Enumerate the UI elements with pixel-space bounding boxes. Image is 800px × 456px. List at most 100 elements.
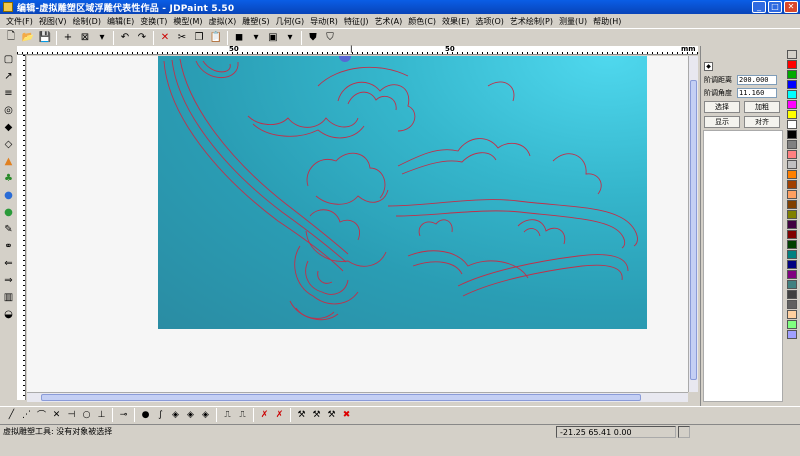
shield-icon[interactable]: ⛊	[305, 30, 321, 45]
link-icon[interactable]: ⚭	[2, 239, 16, 253]
circle-icon[interactable]: ○	[80, 408, 93, 421]
node-x-icon[interactable]: ✗	[258, 408, 271, 421]
color-swatch[interactable]	[787, 80, 797, 89]
color-swatch[interactable]	[787, 120, 797, 129]
color-swatch[interactable]	[787, 270, 797, 279]
grey-tool-icon[interactable]: ◒	[2, 307, 16, 321]
menu-item[interactable]: 几何(G)	[273, 16, 307, 27]
drawing-canvas[interactable]	[27, 56, 688, 392]
open-icon[interactable]: 📂	[20, 30, 36, 45]
select-rect-icon[interactable]: ▢	[2, 52, 16, 66]
diamond-icon[interactable]: ◈	[184, 408, 197, 421]
distance-input[interactable]: 200.000	[737, 74, 777, 85]
menu-item[interactable]: 特征(J)	[341, 16, 372, 27]
diamond-icon[interactable]: ◈	[199, 408, 212, 421]
sculpt-icon[interactable]: ◆	[2, 120, 16, 134]
undo-icon[interactable]: ↶	[117, 30, 133, 45]
show-button[interactable]: 显示	[704, 116, 740, 128]
color-swatch[interactable]	[787, 170, 797, 179]
color-swatch[interactable]	[787, 160, 797, 169]
color-swatch[interactable]	[787, 310, 797, 319]
horizontal-scroll-thumb[interactable]	[41, 394, 641, 401]
dropdown-icon[interactable]: ▾	[282, 30, 298, 45]
cube-icon[interactable]: ◼	[231, 30, 247, 45]
bulb-green-icon[interactable]: ●	[2, 205, 16, 219]
color-swatch[interactable]	[787, 100, 797, 109]
delete-red-icon[interactable]: ✖	[340, 408, 353, 421]
tool-icon[interactable]: ⚒	[310, 408, 323, 421]
stamp-icon[interactable]: ⎍	[236, 408, 249, 421]
new-icon[interactable]: 🗋	[3, 30, 19, 45]
color-swatch[interactable]	[787, 50, 797, 59]
tool-icon[interactable]: ⚒	[325, 408, 338, 421]
maximize-button[interactable]: □	[768, 1, 782, 13]
color-swatch[interactable]	[787, 140, 797, 149]
vertical-scroll-thumb[interactable]	[690, 80, 697, 380]
copy-icon[interactable]: ❐	[191, 30, 207, 45]
curve-icon[interactable]: ∫	[154, 408, 167, 421]
menu-item[interactable]: 视图(V)	[36, 16, 70, 27]
line-icon[interactable]: ╱	[5, 408, 18, 421]
save-icon[interactable]: 💾	[37, 30, 53, 45]
color-swatch[interactable]	[787, 260, 797, 269]
tangent-icon[interactable]: ⊸	[117, 408, 130, 421]
polyline-icon[interactable]: ⋰	[20, 408, 33, 421]
cut-icon[interactable]: ✂	[174, 30, 190, 45]
arrow-left-icon[interactable]: ⇐	[2, 256, 16, 270]
tool-icon[interactable]: ⚒	[295, 408, 308, 421]
menu-item[interactable]: 文件(F)	[3, 16, 36, 27]
color-swatch[interactable]	[787, 110, 797, 119]
color-icon[interactable]: ▲	[2, 154, 16, 168]
color-swatch[interactable]	[787, 200, 797, 209]
menu-item[interactable]: 帮助(H)	[590, 16, 624, 27]
menu-item[interactable]: 虚拟(X)	[206, 16, 240, 27]
color-swatch[interactable]	[787, 290, 797, 299]
target-icon[interactable]: ◎	[2, 103, 16, 117]
menu-item[interactable]: 颜色(C)	[405, 16, 439, 27]
color-swatch[interactable]	[787, 230, 797, 239]
menu-item[interactable]: 变换(T)	[137, 16, 170, 27]
color-swatch[interactable]	[787, 240, 797, 249]
menu-item[interactable]: 编辑(E)	[104, 16, 137, 27]
bold-button[interactable]: 加粗	[744, 101, 780, 113]
arc-icon[interactable]: ⌒	[35, 408, 48, 421]
brush-icon[interactable]: ✎	[2, 222, 16, 236]
menu-item[interactable]: 导动(R)	[307, 16, 341, 27]
paste-icon[interactable]: 📋	[208, 30, 224, 45]
relief-artboard[interactable]	[158, 56, 647, 329]
color-swatch[interactable]	[787, 210, 797, 219]
trim-icon[interactable]: ⊣	[65, 408, 78, 421]
menu-item[interactable]: 艺术(A)	[372, 16, 406, 27]
color-swatch[interactable]	[787, 130, 797, 139]
add-icon[interactable]: +	[60, 30, 76, 45]
color-swatch[interactable]	[787, 180, 797, 189]
dropdown-icon[interactable]: ▾	[248, 30, 264, 45]
perpendicular-icon[interactable]: ⊥	[95, 408, 108, 421]
arrow-right-icon[interactable]: ⇒	[2, 273, 16, 287]
color-swatch[interactable]	[787, 300, 797, 309]
stamp-icon[interactable]: ⎍	[221, 408, 234, 421]
box-icon[interactable]: ⊠	[77, 30, 93, 45]
cross-icon[interactable]: ✕	[50, 408, 63, 421]
menu-item[interactable]: 艺术绘制(P)	[507, 16, 556, 27]
menu-item[interactable]: 绘制(D)	[70, 16, 104, 27]
dropdown-icon[interactable]: ▾	[94, 30, 110, 45]
redo-icon[interactable]: ↷	[134, 30, 150, 45]
menu-item[interactable]: 雕塑(S)	[239, 16, 272, 27]
dot-icon[interactable]: ●	[139, 408, 152, 421]
color-swatch[interactable]	[787, 280, 797, 289]
view-icon[interactable]: ▣	[265, 30, 281, 45]
color-swatch[interactable]	[787, 250, 797, 259]
delete-icon[interactable]: ✕	[157, 30, 173, 45]
color-swatch[interactable]	[787, 330, 797, 339]
angle-input[interactable]: 11.160	[737, 87, 777, 98]
menu-item[interactable]: 选项(O)	[472, 16, 507, 27]
tree-icon[interactable]: ♣	[2, 171, 16, 185]
close-button[interactable]: ✕	[784, 1, 798, 13]
shape-icon[interactable]: ◇	[2, 137, 16, 151]
node-x-icon[interactable]: ✗	[273, 408, 286, 421]
menu-item[interactable]: 测量(U)	[556, 16, 590, 27]
menu-item[interactable]: 效果(E)	[439, 16, 472, 27]
pointer-icon[interactable]: ↗	[2, 69, 16, 83]
vertical-scrollbar[interactable]	[688, 56, 698, 392]
